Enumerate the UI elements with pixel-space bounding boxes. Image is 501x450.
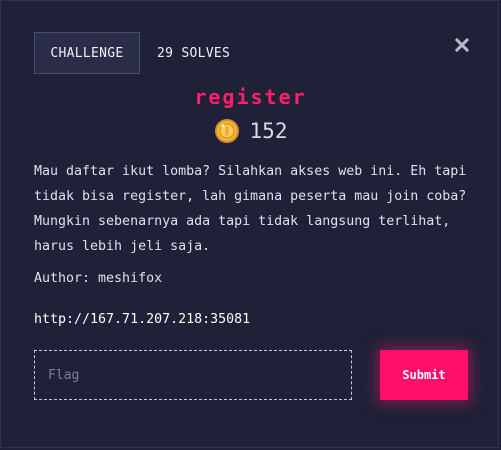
- tab-solves[interactable]: 29 SOLVES: [157, 32, 230, 74]
- close-icon: [454, 37, 470, 53]
- challenge-modal: CHALLENGE 29 SOLVES register 152 Mau daf…: [0, 0, 499, 448]
- challenge-title: register: [194, 85, 307, 109]
- challenge-author: Author: meshifox: [34, 271, 163, 286]
- flag-input[interactable]: [34, 350, 352, 400]
- challenge-value: 152: [249, 119, 288, 143]
- tab-solves-label: 29 SOLVES: [157, 45, 231, 61]
- challenge-value-row: 152: [1, 118, 500, 144]
- close-button[interactable]: [453, 36, 471, 54]
- challenge-description: Mau daftar ikut lomba? Silahkan akses we…: [34, 164, 467, 254]
- tab-challenge[interactable]: CHALLENGE: [34, 32, 140, 74]
- challenge-url-link[interactable]: http://167.71.207.218:35081: [34, 312, 250, 327]
- submit-button[interactable]: Submit: [380, 350, 468, 400]
- coin-icon: [214, 119, 239, 143]
- tab-challenge-label: CHALLENGE: [50, 45, 124, 61]
